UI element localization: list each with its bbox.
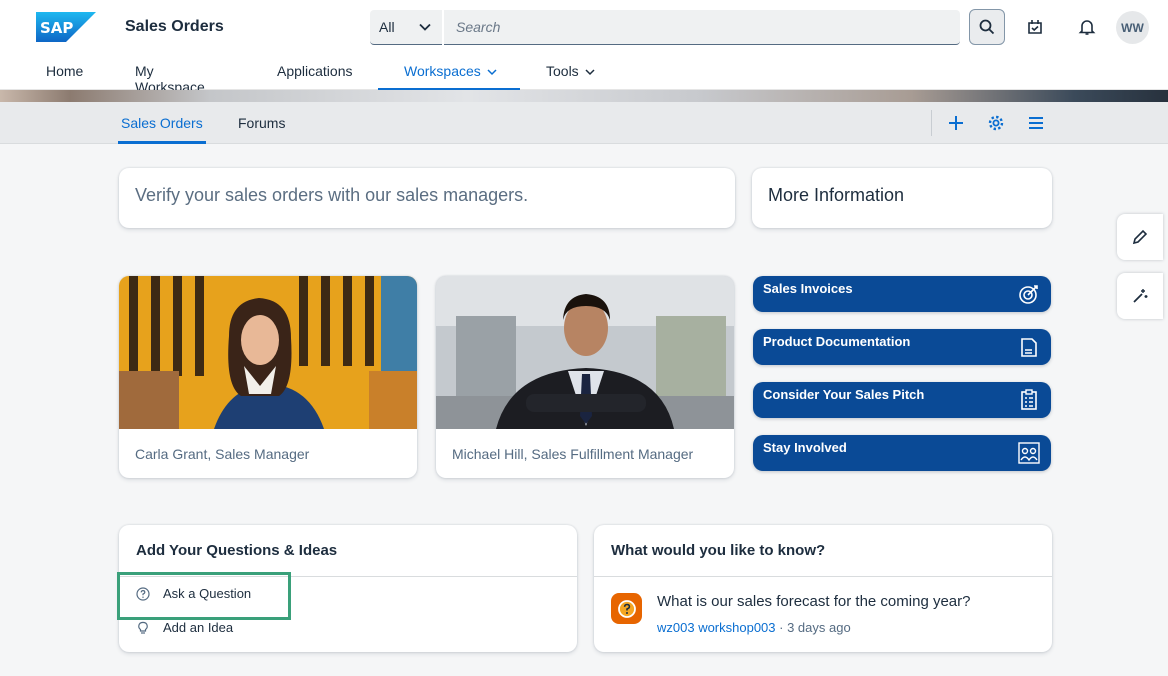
more-info-title: More Information	[768, 185, 905, 205]
toolbar-separator	[931, 110, 932, 136]
shell-header: SAP Sales Orders All WW Home My Workspac…	[0, 0, 1168, 95]
nav-home[interactable]: Home	[46, 56, 83, 90]
bell-icon	[1078, 20, 1096, 35]
feed-author-link[interactable]: wz003 workshop003	[657, 620, 776, 635]
search-input[interactable]	[444, 10, 960, 44]
settings-button[interactable]	[986, 113, 1006, 133]
question-badge	[611, 593, 642, 624]
feed-time: · 3 days ago	[775, 620, 851, 635]
search-scope-value: All	[379, 19, 395, 35]
person-card-michael[interactable]: Michael Hill, Sales Fulfillment Manager	[436, 276, 734, 478]
tab-sales-orders-label: Sales Orders	[121, 115, 203, 131]
nav-my-workspace[interactable]: My Workspace	[135, 56, 205, 95]
menu-button[interactable]	[1026, 113, 1046, 133]
sap-logo[interactable]: SAP	[36, 12, 96, 42]
chevron-down-icon	[487, 69, 497, 76]
target-icon	[1019, 285, 1038, 304]
chevron-down-icon	[419, 23, 431, 31]
nav-applications[interactable]: Applications	[277, 56, 353, 90]
focus-highlight	[117, 572, 291, 620]
plus-icon	[949, 116, 963, 130]
link-sales-pitch[interactable]: Consider Your Sales Pitch	[753, 382, 1051, 418]
intro-card: Verify your sales orders with our sales …	[119, 168, 735, 228]
document-icon	[1021, 338, 1037, 357]
workspace-tab-bar: Sales Orders Forums	[0, 102, 1168, 144]
magic-wand-icon	[1133, 289, 1148, 303]
notifications-button[interactable]	[1075, 15, 1099, 39]
pencil-icon	[1132, 229, 1148, 245]
search-scope-select[interactable]: All	[370, 10, 442, 45]
search-icon	[979, 19, 995, 35]
tab-forums[interactable]: Forums	[238, 102, 285, 144]
chevron-down-icon	[585, 69, 595, 76]
person-photo	[436, 276, 734, 429]
link-label: Stay Involved	[763, 440, 847, 455]
checklist-icon	[1021, 389, 1037, 410]
link-label: Sales Invoices	[763, 281, 853, 296]
add-button[interactable]	[946, 113, 966, 133]
question-icon	[617, 599, 636, 618]
nav-workspaces-label: Workspaces	[404, 63, 481, 79]
link-sales-invoices[interactable]: Sales Invoices	[753, 276, 1051, 312]
person-caption: Michael Hill, Sales Fulfillment Manager	[452, 446, 694, 462]
ai-assist-button[interactable]	[1117, 273, 1163, 319]
link-label: Product Documentation	[763, 334, 911, 349]
person-card-carla[interactable]: Carla Grant, Sales Manager	[119, 276, 417, 478]
search-field[interactable]	[444, 10, 960, 45]
nav-workspaces[interactable]: Workspaces	[378, 56, 520, 90]
card-divider	[594, 576, 1052, 577]
lightbulb-icon	[138, 621, 148, 634]
nav-tools-label: Tools	[546, 63, 579, 79]
svg-text:SAP: SAP	[40, 19, 73, 37]
feed-card-title: What would you like to know?	[611, 542, 826, 559]
edit-button[interactable]	[1117, 214, 1163, 260]
nav-home-label: Home	[46, 63, 84, 79]
questions-card-title: Add Your Questions & Ideas	[136, 542, 338, 559]
people-map-icon	[1018, 442, 1040, 464]
link-product-documentation[interactable]: Product Documentation	[753, 329, 1051, 365]
intro-text: Verify your sales orders with our sales …	[135, 185, 529, 205]
gear-icon	[988, 115, 1004, 131]
inbox-check-icon	[1028, 20, 1042, 34]
hero-banner	[0, 90, 1168, 102]
person-photo	[119, 276, 417, 429]
nav-applications-label: Applications	[277, 63, 353, 79]
link-stay-involved[interactable]: Stay Involved	[753, 435, 1051, 471]
joule-button[interactable]	[1023, 15, 1047, 39]
app-title: Sales Orders	[125, 18, 224, 35]
feed-question-text[interactable]: What is our sales forecast for the comin…	[657, 593, 970, 610]
tab-forums-label: Forums	[238, 115, 286, 131]
user-avatar[interactable]: WW	[1116, 11, 1149, 44]
feed-card: What would you like to know? What is our…	[594, 525, 1052, 652]
add-idea-label: Add an Idea	[163, 620, 234, 635]
search-button[interactable]	[969, 9, 1005, 45]
hamburger-icon	[1029, 117, 1043, 129]
more-info-card: More Information	[752, 168, 1052, 228]
tab-sales-orders[interactable]: Sales Orders	[118, 102, 206, 144]
nav-tools[interactable]: Tools	[546, 56, 596, 90]
person-caption: Carla Grant, Sales Manager	[135, 446, 310, 462]
link-label: Consider Your Sales Pitch	[763, 387, 925, 402]
add-idea-link[interactable]: Add an Idea	[136, 620, 233, 635]
feed-meta: wz003 workshop003 · 3 days ago	[657, 620, 851, 635]
